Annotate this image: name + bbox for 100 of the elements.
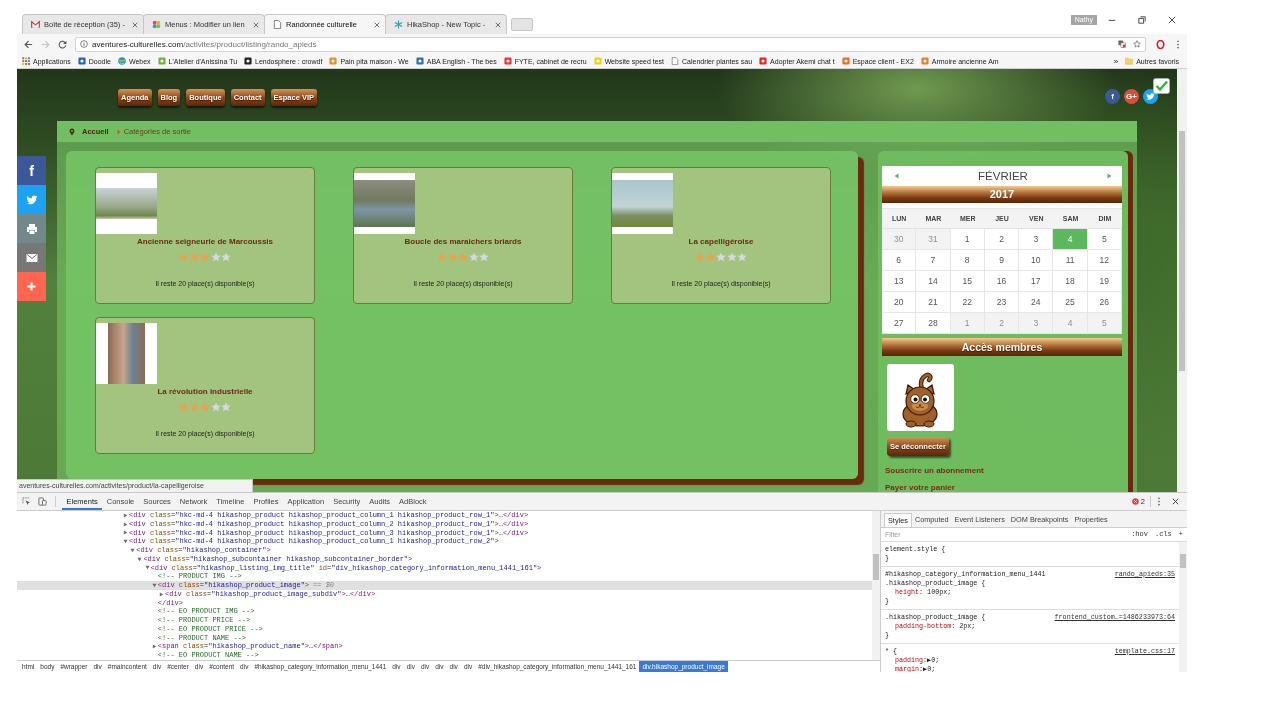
calendar-day[interactable]: 9 [984,250,1020,271]
mail-icon [25,251,38,264]
calendar-day[interactable]: 19 [1087,271,1122,292]
calendar-day[interactable]: 13 [882,271,917,292]
site-logo-icon [415,57,424,65]
site-logo-icon [244,57,253,65]
scrollbar-thumb[interactable] [1179,131,1185,371]
share-button[interactable] [17,214,46,243]
calendar-day[interactable]: 28 [916,313,951,334]
member-link[interactable]: Payer votre panier [885,483,955,492]
map-pin-icon [69,127,75,136]
calendar-day[interactable]: 18 [1053,271,1088,292]
more-bookmarks-button[interactable]: » [1113,56,1119,66]
close-icon[interactable] [1168,16,1176,24]
star-icon [437,252,447,262]
social-link[interactable]: G+ [1124,89,1139,104]
close-icon[interactable] [132,21,138,28]
calendar-day[interactable]: 7 [916,250,951,271]
calendar-day[interactable]: 12 [1087,250,1122,271]
site-logo-icon [920,57,929,65]
page-icon [273,20,282,29]
share-button[interactable]: f [17,156,46,185]
calendar-day[interactable]: 3 [1019,229,1054,250]
star-icon [179,402,189,412]
caret-icon[interactable] [151,582,157,588]
calendar-day[interactable]: 5 [1087,229,1122,250]
site-logo-icon [841,57,850,65]
caret-icon[interactable] [137,556,143,562]
scrollbar-thumb[interactable] [873,554,879,580]
caret-icon[interactable] [123,539,128,545]
site-logo-icon [503,57,512,65]
site-logo-icon [152,20,161,29]
product-title[interactable]: La capelligéroise [688,237,754,247]
calendar-day[interactable]: 10 [1019,250,1054,271]
calendar-day[interactable]: 20 [882,292,917,313]
calendar-month: FÉVRIER [978,170,1028,182]
calendar-day[interactable]: 15 [950,271,985,292]
calendar-day[interactable]: 14 [916,271,951,292]
product-title[interactable]: La révolution industrielle [157,387,253,397]
share-button[interactable] [17,185,46,214]
caret-icon[interactable] [130,547,136,553]
calendar-day[interactable]: 1 [950,229,985,250]
error-icon[interactable] [1131,498,1139,505]
calendar-day[interactable]: 16 [984,271,1020,292]
close-icon[interactable] [374,21,380,28]
reload-icon[interactable] [58,39,67,49]
extension-icon[interactable] [1156,39,1165,49]
section-heading: Accès membres [882,338,1122,356]
inspect-icon[interactable] [22,497,31,506]
address-field[interactable]: aventures-culturelles.com/activites/product/listing/rando_apieds [75,36,1146,52]
next-arrow-icon[interactable] [1107,173,1112,179]
star-icon [210,402,221,412]
device-icon[interactable] [38,497,47,506]
check-icon[interactable] [1153,78,1170,94]
caret-icon[interactable] [123,521,128,527]
calendar-day[interactable]: 17 [1019,271,1054,292]
page-icon [671,57,680,65]
translate-icon[interactable] [1118,40,1126,48]
restore-icon[interactable] [1138,16,1146,24]
back-icon[interactable] [24,39,33,49]
caret-icon[interactable] [159,591,164,597]
social-link[interactable]: f [1105,89,1120,104]
close-icon[interactable] [1171,497,1180,506]
star-icon[interactable] [1133,40,1141,48]
calendar-day[interactable]: 22 [950,292,985,313]
star-icon [695,252,705,262]
calendar-day[interactable]: 26 [1087,292,1122,313]
calendar-day[interactable]: 11 [1053,250,1088,271]
scrollbar-thumb[interactable] [1180,554,1186,568]
calendar-day[interactable]: 23 [984,292,1020,313]
plus-icon [27,282,36,291]
caret-icon[interactable] [123,512,128,518]
caret-icon[interactable] [144,565,150,571]
calendar-day[interactable]: 6 [882,250,917,271]
prev-arrow-icon[interactable] [894,173,899,179]
close-icon[interactable] [495,21,501,28]
scrollbar[interactable] [1179,542,1187,672]
product-title[interactable]: Boucle des maraichers briards [404,237,522,247]
arrow-icon [116,128,121,135]
scrollbar[interactable] [1177,69,1187,492]
calendar-day[interactable]: 24 [1019,292,1054,313]
scrollbar[interactable] [872,511,880,660]
menu-icon[interactable] [1157,497,1161,506]
site-logo-icon [77,57,86,65]
calendar-day[interactable]: 2 [984,229,1020,250]
member-link[interactable]: Souscrire un abonnement [885,466,984,475]
close-icon[interactable] [253,21,259,28]
product-title[interactable]: Ancienne seigneurie de Marcoussis [136,237,273,247]
caret-icon[interactable] [151,644,157,650]
calendar-day[interactable]: 25 [1053,292,1088,313]
twitter-icon [25,193,38,206]
menu-icon[interactable] [1176,39,1180,49]
star-icon [200,252,210,262]
calendar-day[interactable]: 21 [916,292,951,313]
info-icon[interactable] [80,40,88,48]
share-button[interactable] [17,243,46,272]
calendar-day[interactable]: 27 [882,313,917,334]
caret-icon[interactable] [123,530,128,536]
star-icon [447,252,458,262]
calendar-day[interactable]: 8 [950,250,985,271]
